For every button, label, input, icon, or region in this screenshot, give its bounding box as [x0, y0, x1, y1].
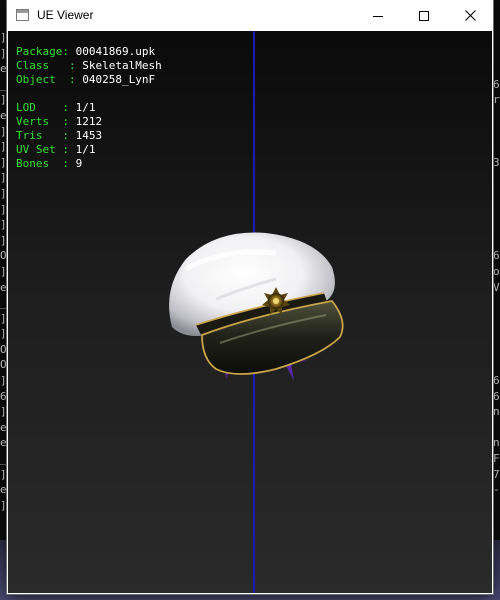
background-text-glyph: 3	[493, 155, 500, 169]
mesh-info-overlay: Package: 00041869.upk Class : SkeletalMe…	[16, 45, 162, 171]
close-icon	[464, 10, 476, 21]
background-text-glyph	[493, 170, 500, 186]
background-text-glyph: 7	[493, 467, 500, 481]
app-window-icon	[16, 9, 29, 21]
background-text-glyph	[493, 30, 500, 46]
background-text-glyph: n	[493, 436, 500, 450]
background-text-glyph	[493, 202, 500, 218]
background-text-glyph: o	[493, 264, 500, 278]
mesh-viewport[interactable]: Package: 00041869.upk Class : SkeletalMe…	[8, 31, 492, 593]
info-object: Object : 040258_LynF	[16, 73, 156, 86]
background-text-glyph	[493, 139, 500, 155]
info-class: Class : SkeletalMesh	[16, 59, 162, 72]
background-text-glyph: -	[493, 483, 500, 497]
background-text-glyph	[493, 357, 500, 373]
background-text-glyph: 6	[493, 374, 500, 388]
background-text-glyph: 6	[493, 77, 500, 91]
background-text-glyph	[493, 233, 500, 249]
info-verts: Verts : 1212	[16, 115, 103, 128]
background-text-glyph: V	[493, 280, 500, 294]
info-bones: Bones : 9	[16, 157, 83, 170]
maximize-icon	[419, 10, 429, 21]
background-text-glyph: 6	[493, 389, 500, 403]
background-text-glyph	[493, 108, 500, 124]
maximize-button[interactable]	[401, 0, 447, 31]
info-package: Package: 00041869.upk	[16, 45, 156, 58]
background-text-glyph	[493, 186, 500, 202]
background-text-glyph	[493, 46, 500, 62]
background-text-glyph: r	[493, 93, 500, 107]
background-text-glyph	[493, 326, 500, 342]
background-text-glyph	[493, 342, 500, 358]
background-text-glyph	[493, 311, 500, 327]
background-text-glyph: n	[493, 405, 500, 419]
background-text-glyph	[493, 61, 500, 77]
info-tris: Tris : 1453	[16, 129, 103, 142]
background-text-glyph: F	[493, 452, 500, 466]
title-bar[interactable]: UE Viewer	[7, 0, 493, 31]
info-uvset: UV Set : 1/1	[16, 143, 96, 156]
background-window-right-edge: 6r36oV66nnF7-	[493, 30, 500, 600]
info-lod: LOD : 1/1	[16, 101, 96, 114]
background-text-glyph	[493, 124, 500, 140]
background-text-glyph	[493, 217, 500, 233]
background-text-glyph	[493, 295, 500, 311]
window-title: UE Viewer	[37, 8, 94, 22]
close-button[interactable]	[447, 0, 493, 31]
minimize-icon	[373, 15, 383, 17]
background-text-glyph	[493, 420, 500, 436]
background-text-glyph: 6	[493, 249, 500, 263]
ue-viewer-window: UE Viewer Package: 00041869.upk Class : …	[7, 0, 493, 594]
minimize-button[interactable]	[355, 0, 401, 31]
skeletal-mesh-render	[169, 232, 344, 381]
